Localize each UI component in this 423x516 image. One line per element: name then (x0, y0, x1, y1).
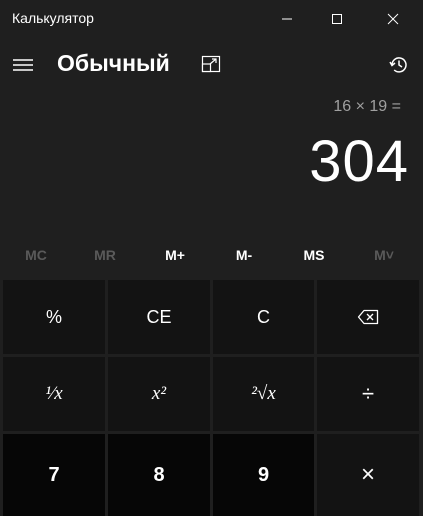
multiply-button[interactable]: × (317, 434, 419, 516)
maximize-button[interactable] (312, 0, 362, 38)
memory-store-button[interactable]: MS (284, 238, 344, 272)
memory-row: MC MR M+ M- MS M˅ (0, 238, 423, 272)
result-display: 304 (309, 129, 409, 194)
square-root-label: ²√x (251, 383, 276, 404)
digit-9-button[interactable]: 9 (213, 434, 314, 516)
clear-entry-button[interactable]: CE (108, 280, 210, 354)
square-label: x² (151, 383, 167, 404)
digit-8-button[interactable]: 8 (108, 434, 210, 516)
menu-button[interactable] (7, 50, 39, 80)
memory-clear-button[interactable]: MC (6, 238, 66, 272)
memory-add-button[interactable]: M+ (145, 238, 205, 272)
clear-entry-label: CE (146, 306, 172, 327)
reciprocal-button[interactable]: ¹⁄x (3, 357, 105, 431)
history-button[interactable] (384, 50, 414, 80)
digit-7-button[interactable]: 7 (3, 434, 105, 516)
divide-button[interactable]: ÷ (317, 357, 419, 431)
minimize-button[interactable] (262, 0, 312, 38)
clear-label: C (257, 306, 270, 327)
keep-on-top-icon (201, 55, 221, 73)
divide-label: ÷ (361, 381, 375, 406)
memory-recall-button[interactable]: MR (75, 238, 135, 272)
title-bar: Калькулятор (0, 0, 423, 38)
backspace-icon (357, 309, 379, 325)
digit-8-label: 8 (153, 463, 165, 486)
maximize-icon (332, 14, 342, 24)
expression-display: 16 × 19 = (333, 98, 401, 115)
reciprocal-label: ¹⁄x (45, 383, 63, 404)
close-button[interactable] (368, 0, 418, 38)
memory-subtract-button[interactable]: M- (214, 238, 274, 272)
keypad: % CE C ¹⁄x x² ²√x ÷ 7 8 9 × (0, 278, 423, 516)
hamburger-menu-icon (13, 59, 33, 71)
multiply-label: × (360, 461, 375, 488)
digit-7-label: 7 (48, 463, 60, 486)
history-icon (389, 57, 407, 73)
digit-9-label: 9 (257, 463, 270, 486)
keep-on-top-button[interactable] (197, 50, 225, 78)
clear-button[interactable]: C (213, 280, 314, 354)
backspace-button[interactable] (317, 280, 419, 354)
header: Обычный (0, 38, 423, 92)
square-button[interactable]: x² (108, 357, 210, 431)
mode-title: Обычный (57, 50, 170, 76)
minimize-icon (282, 18, 292, 20)
percent-button[interactable]: % (3, 280, 105, 354)
app-title: Калькулятор (12, 10, 94, 26)
close-icon (387, 13, 399, 25)
memory-list-button[interactable]: M˅ (354, 238, 414, 272)
percent-label: % (45, 306, 62, 327)
square-root-button[interactable]: ²√x (213, 357, 314, 431)
